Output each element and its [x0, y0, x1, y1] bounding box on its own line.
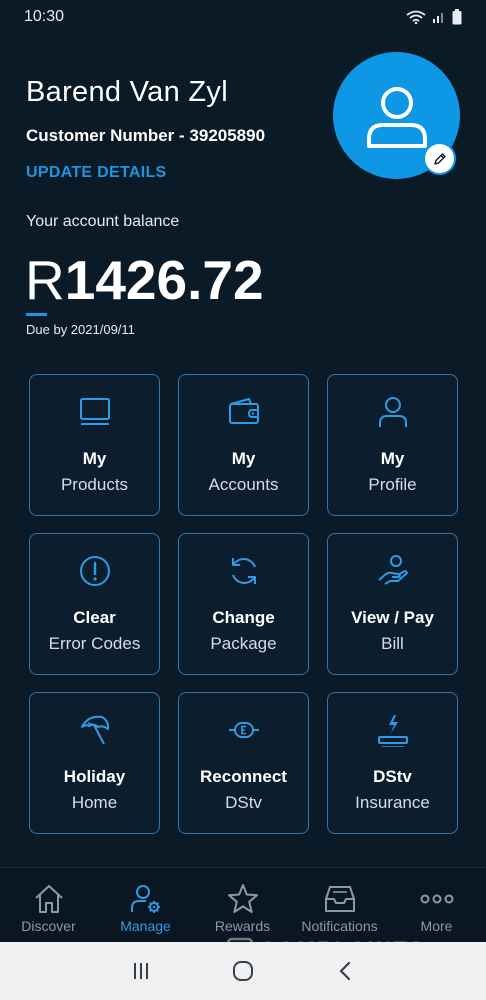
tile-subtitle: DStv — [225, 793, 262, 812]
balance-label: Your account balance — [26, 213, 180, 230]
inbox-icon — [324, 886, 355, 912]
tile-subtitle: Profile — [368, 475, 417, 494]
balance-amount: 1426.72 — [64, 249, 264, 311]
balance-underline — [26, 313, 47, 316]
profile-section: Barend Van Zyl Customer Number - 3920589… — [26, 76, 326, 182]
nav-more[interactable]: More — [388, 868, 485, 943]
tile-my-products[interactable]: My Products — [29, 374, 160, 516]
update-details-link[interactable]: UPDATE DETAILS — [26, 164, 326, 182]
nav-label: Rewards — [214, 918, 271, 934]
tile-holiday-home[interactable]: Holiday Home — [29, 692, 160, 834]
tile-dstv-insurance[interactable]: DStv Insurance — [327, 692, 458, 834]
tile-title: Clear — [73, 608, 116, 627]
nav-manage[interactable]: Manage — [97, 868, 194, 943]
tile-title: DStv — [373, 767, 412, 786]
recent-apps-button[interactable] — [121, 951, 161, 991]
pencil-icon — [433, 152, 446, 165]
back-chevron-icon — [339, 961, 351, 981]
home-circle-icon — [233, 961, 253, 981]
signal-icon — [433, 13, 443, 23]
tile-subtitle: Accounts — [208, 475, 279, 494]
star-icon — [227, 884, 258, 913]
status-icons — [406, 9, 462, 25]
umbrella-icon — [80, 715, 109, 745]
person-icon — [378, 397, 407, 427]
tile-title: Holiday — [63, 767, 126, 786]
nav-label: Discover — [21, 918, 76, 934]
recent-apps-icon — [134, 963, 148, 979]
bottom-nav: Discover Manage Rewards Notifications Mo… — [0, 867, 486, 942]
person-gear-icon — [130, 885, 160, 913]
nav-notifications[interactable]: Notifications — [291, 868, 388, 943]
status-bar: 10:30 — [0, 0, 486, 34]
nav-label: More — [420, 918, 453, 934]
tile-subtitle: Insurance — [355, 793, 430, 812]
tile-subtitle: Home — [71, 793, 118, 812]
status-time: 10:30 — [24, 8, 65, 25]
nav-discover[interactable]: Discover — [0, 868, 97, 943]
tile-my-accounts[interactable]: My Accounts — [178, 374, 309, 516]
wifi-icon — [406, 10, 426, 24]
tile-title: My — [231, 449, 256, 468]
customer-name: Barend Van Zyl — [26, 76, 228, 108]
tile-change-package[interactable]: Change Package — [178, 533, 309, 675]
tv-icon — [79, 398, 110, 425]
house-icon — [34, 885, 63, 913]
customer-number: Customer Number - 39205890 — [26, 126, 266, 145]
tile-subtitle: Bill — [381, 634, 404, 653]
tile-reconnect-dstv[interactable]: Reconnect DStv — [178, 692, 309, 834]
edit-avatar-button[interactable] — [425, 144, 454, 173]
tile-title: My — [82, 449, 107, 468]
exclamation-circle-icon — [79, 556, 110, 586]
home-button[interactable] — [223, 951, 263, 991]
nav-label: Notifications — [301, 918, 378, 934]
refresh-icon — [231, 558, 256, 584]
tile-my-profile[interactable]: My Profile — [327, 374, 458, 516]
balance-currency: R — [25, 249, 65, 311]
user-icon — [366, 86, 427, 148]
tile-view-pay-bill[interactable]: View / Pay Bill — [327, 533, 458, 675]
system-nav-bar — [0, 942, 486, 1000]
tile-subtitle: Package — [210, 634, 277, 653]
tile-title: Reconnect — [200, 767, 287, 786]
lightning-device-icon — [377, 715, 408, 747]
plug-icon — [228, 722, 259, 738]
tile-title: View / Pay — [351, 608, 434, 627]
due-date: Due by 2021/09/11 — [26, 322, 135, 337]
tile-title: Change — [212, 608, 275, 627]
hand-pay-icon — [377, 555, 408, 585]
ellipsis-icon — [420, 894, 453, 904]
battery-icon — [452, 9, 462, 25]
tile-clear-error-codes[interactable]: Clear Error Codes — [29, 533, 160, 675]
nav-label: Manage — [120, 918, 171, 934]
tile-subtitle: Products — [60, 475, 129, 494]
nav-rewards[interactable]: Rewards — [194, 868, 291, 943]
account-balance: R1426.72 — [25, 248, 264, 312]
back-button[interactable] — [325, 951, 365, 991]
tile-subtitle: Error Codes — [48, 634, 141, 653]
wallet-icon — [228, 398, 259, 424]
tile-title: My — [380, 449, 405, 468]
